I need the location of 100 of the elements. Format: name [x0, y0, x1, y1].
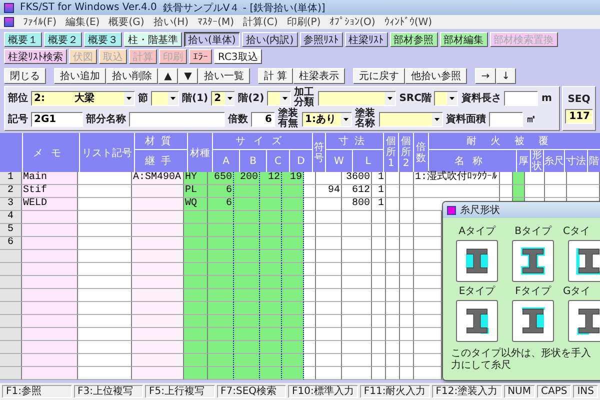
dropdown[interactable]: 2: 大梁 — [31, 90, 135, 106]
action-button[interactable]: 柱梁表示 — [293, 68, 346, 84]
action-button[interactable]: 拾い削除 — [106, 68, 158, 84]
table-cell: 1 — [372, 172, 386, 185]
table-cell: Stif — [22, 185, 78, 198]
column-header: メモ — [23, 133, 79, 172]
column-header: 個所2 — [399, 133, 413, 172]
type-label: Gタイ — [563, 285, 591, 298]
action-button[interactable]: 元に戻す — [353, 68, 406, 84]
toolbar-button[interactable]: 柱梁ﾘｽﾄ検索 — [4, 49, 67, 64]
dropdown[interactable]: 1:あり — [302, 112, 352, 126]
column-header: A — [213, 150, 239, 172]
status-item: F11:耐火入力 — [360, 385, 430, 398]
field-label: 階(1) — [182, 92, 208, 105]
table-cell: PL — [184, 185, 208, 198]
action-button[interactable]: 計 算 — [258, 68, 294, 84]
field-label: 倍数 — [228, 112, 248, 126]
column-header: 倍数 — [414, 133, 428, 172]
toolbar-button[interactable]: ｴﾗｰ — [189, 49, 212, 64]
status-item: F12:塗装入力 — [432, 385, 502, 398]
dropdown[interactable]: 2 — [211, 90, 236, 106]
menu-item[interactable]: 計算(C) — [243, 15, 278, 29]
status-item: NUM — [504, 385, 536, 398]
type-label: Fタイプ — [515, 284, 551, 298]
status-item: CAPS — [537, 385, 572, 398]
table-cell: 1 — [372, 185, 386, 198]
field-label: 部分名称 — [86, 112, 126, 126]
toolbar-button[interactable]: 概要２ — [44, 32, 82, 47]
column-header: 糸尺 — [544, 150, 564, 172]
table-cell: 94 — [316, 185, 342, 198]
toolbar-button[interactable]: RC3取込 — [214, 49, 262, 64]
type-label: Eタイプ — [458, 284, 496, 298]
table-cell: 200 — [234, 172, 260, 185]
column-header: 名称 — [429, 150, 516, 172]
menu-item[interactable]: ﾏｽﾀｰ(M) — [198, 16, 234, 28]
field-label: 資料面積 — [446, 112, 486, 126]
action-button[interactable]: ▼ — [178, 68, 198, 84]
table-cell: 19 — [282, 172, 304, 185]
table-cell: 800 — [342, 198, 372, 211]
menu-item[interactable]: ｵﾌﾟｼｮﾝ(O) — [330, 16, 376, 28]
toolbar-button[interactable]: 参照ﾘｽﾄ — [300, 32, 343, 47]
column-header: 寸法 — [326, 133, 383, 149]
field-label: 記号 — [8, 112, 28, 126]
column-header: 材質 — [135, 133, 187, 149]
status-item: INS — [573, 385, 598, 398]
table-cell: 6 — [208, 185, 234, 198]
column-header: リスト記号 — [80, 133, 134, 172]
dialog-title: 糸尺形状 — [460, 204, 500, 217]
column-header: 耐火被覆 — [429, 133, 600, 149]
table-cell: 1 — [372, 198, 386, 211]
seq-field[interactable]: 117 — [565, 108, 593, 124]
toolbar-button[interactable]: 拾い(単体) — [184, 32, 240, 47]
toolbar-button[interactable]: 部材編集 — [440, 32, 488, 47]
field-label: SEQ — [568, 94, 590, 104]
table-cell: WQ — [184, 198, 208, 211]
input-field[interactable]: 6 — [251, 112, 275, 126]
menu-item[interactable]: 編集(E) — [66, 15, 100, 29]
menu-item[interactable]: 拾い(H) — [153, 15, 189, 29]
column-header: C — [267, 150, 289, 172]
type-label: Cタイ — [563, 225, 590, 238]
toolbar-button[interactable]: 部材参照 — [390, 32, 438, 47]
table-cell: WELD — [22, 198, 78, 211]
action-button[interactable]: ▲ — [158, 68, 178, 84]
action-button[interactable]: ↓ — [496, 68, 516, 84]
action-button[interactable]: 他拾い参照 — [405, 68, 468, 84]
field-label: 階(2) — [238, 92, 264, 105]
column-header: D — [290, 150, 312, 172]
status-item: F10:標準入力 — [288, 385, 358, 398]
input-field[interactable]: 2G1 — [31, 112, 83, 126]
table-cell: A:SM490A — [132, 172, 184, 185]
row-number: 4 — [0, 211, 22, 224]
column-header: 材種 — [188, 133, 212, 172]
toolbar-button[interactable]: 柱梁ﾘｽﾄ — [344, 32, 388, 47]
menu-item[interactable]: ﾌｧｲﾙ(F) — [23, 16, 57, 28]
action-button[interactable]: 閉じる — [4, 68, 46, 84]
toolbar-button[interactable]: 柱・階基準 — [124, 32, 182, 47]
action-button[interactable]: 拾い一覧 — [198, 68, 250, 84]
menu-item[interactable]: ｳｨﾝﾄﾞｳ(W) — [384, 16, 432, 28]
status-item: F7:SEQ検索 — [216, 385, 286, 398]
menu-item[interactable]: 概要(G) — [108, 15, 144, 29]
toolbar-button[interactable]: 概要３ — [84, 32, 122, 47]
row-number: 3 — [0, 198, 22, 211]
field-label: 塗装名称 — [355, 109, 376, 129]
menu-item[interactable]: 印刷(P) — [286, 15, 321, 29]
toolbar-button[interactable]: 拾い(内訳) — [242, 32, 298, 47]
table-cell: 3600 — [342, 172, 372, 185]
toolbar-button[interactable]: 概要１ — [4, 32, 42, 47]
column-header: 個所1 — [384, 133, 398, 172]
table-cell: 12 — [260, 172, 282, 185]
column-header: 厚 — [517, 150, 530, 172]
action-button[interactable]: 拾い追加 — [54, 68, 106, 84]
action-button[interactable]: → — [475, 68, 496, 84]
unit-label: ㎡ — [526, 113, 536, 126]
row-number: 2 — [0, 185, 22, 198]
table-cell: Main — [22, 172, 78, 185]
field-label: 節 — [138, 92, 148, 105]
document-title: 鉄骨サンプルV４ - [鉄骨拾い(単体)] — [162, 2, 326, 14]
status-item: F5:上行複写 — [145, 385, 214, 398]
table-cell: 650 — [208, 172, 234, 185]
row-number: 5 — [0, 224, 22, 237]
